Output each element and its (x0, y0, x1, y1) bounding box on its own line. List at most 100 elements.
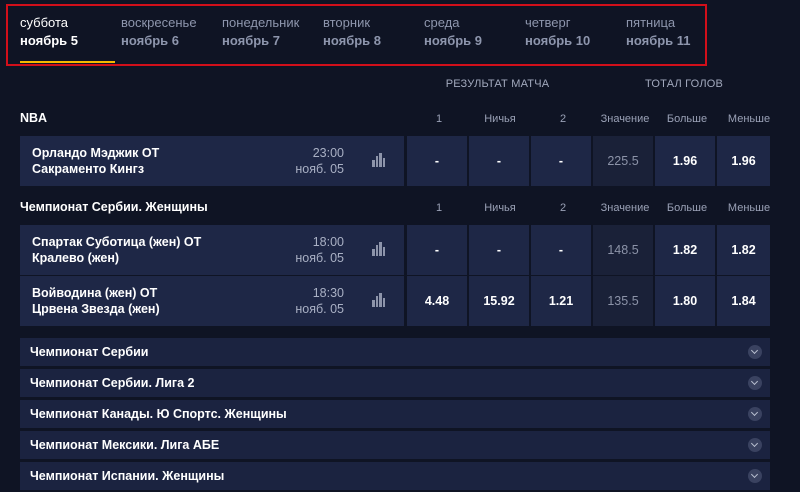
day-tabs: суббота ноябрь 5 воскресенье ноябрь 6 по… (6, 4, 707, 66)
day-date: ноябрь 7 (222, 33, 281, 48)
start-time: 18:00 (312, 235, 344, 249)
chevron-down-circle-icon[interactable] (748, 345, 762, 359)
odd-1[interactable]: - (407, 136, 467, 186)
league-name: NBA (20, 111, 48, 125)
event-time: 18:30 нояб. 05 (295, 285, 344, 317)
day-date: ноябрь 10 (525, 33, 591, 48)
event-row: Орландо Мэджик ОТ Сакраменто Кингз 23:00… (20, 136, 770, 186)
collapsed-league[interactable]: Чемпионат Сербии. Лига 2 (20, 369, 770, 397)
away-team: Кралево (жен) (32, 251, 120, 265)
day-tab-wednesday[interactable]: среда ноябрь 9 (424, 14, 482, 64)
odd-2[interactable]: - (531, 136, 591, 186)
away-team: Црвена Звезда (жен) (32, 302, 160, 316)
start-date: нояб. 05 (295, 302, 344, 316)
col-under-label: Меньше (727, 202, 771, 214)
col-under-label: Меньше (727, 113, 771, 125)
day-date: ноябрь 6 (121, 33, 180, 48)
bar-chart-icon[interactable] (372, 242, 386, 256)
total-value: 135.5 (593, 276, 653, 326)
home-team: Спартак Суботица (жен) ОТ (32, 235, 202, 249)
day-name: пятница (626, 15, 676, 30)
day-date: ноябрь 9 (424, 33, 483, 48)
col-value-label: Значение (600, 113, 650, 125)
chevron-down-circle-icon[interactable] (748, 469, 762, 483)
start-time: 23:00 (312, 146, 344, 160)
bar-chart-icon[interactable] (372, 293, 386, 307)
odd-2[interactable]: - (531, 225, 591, 275)
match-result-header: РЕЗУЛЬТАТ МАТЧА (445, 78, 550, 90)
day-name: среда (424, 15, 460, 30)
day-name: понедельник (222, 15, 300, 30)
col-value-label: Значение (600, 202, 650, 214)
day-name: воскресенье (121, 15, 197, 30)
event-row: Войводина (жен) ОТ Црвена Звезда (жен) 1… (20, 276, 770, 326)
odd-under[interactable]: 1.84 (717, 276, 770, 326)
collapsed-league[interactable]: Чемпионат Канады. Ю Спортс. Женщины (20, 400, 770, 428)
day-tab-sunday[interactable]: воскресенье ноябрь 6 (121, 14, 197, 64)
league-header: Чемпионат Сербии. Женщины 1 Ничья 2 Знач… (0, 197, 800, 219)
day-date: ноябрь 8 (323, 33, 382, 48)
event-info[interactable]: Спартак Суботица (жен) ОТ Кралево (жен) … (20, 225, 404, 275)
chevron-down-circle-icon[interactable] (748, 438, 762, 452)
col-2-label: 2 (559, 113, 567, 125)
bar-chart-icon[interactable] (372, 153, 386, 167)
league-name: Чемпионат Испании. Женщины (30, 469, 225, 483)
odd-over[interactable]: 1.80 (655, 276, 715, 326)
col-1-label: 1 (435, 202, 443, 214)
event-info[interactable]: Орландо Мэджик ОТ Сакраменто Кингз 23:00… (20, 136, 404, 186)
collapsed-league[interactable]: Чемпионат Сербии (20, 338, 770, 366)
league-name: Чемпионат Сербии. Лига 2 (30, 376, 195, 390)
day-name: четверг (525, 15, 571, 30)
start-date: нояб. 05 (295, 162, 344, 176)
day-tab-friday[interactable]: пятница ноябрь 11 (626, 14, 691, 64)
odd-over[interactable]: 1.96 (655, 136, 715, 186)
start-time: 18:30 (312, 286, 344, 300)
odd-1[interactable]: - (407, 225, 467, 275)
league-header: NBA 1 Ничья 2 Значение Больше Меньше (0, 108, 800, 130)
odd-draw[interactable]: - (469, 136, 529, 186)
odd-under[interactable]: 1.82 (717, 225, 770, 275)
collapsed-league[interactable]: Чемпионат Испании. Женщины (20, 462, 770, 490)
league-name: Чемпионат Сербии (30, 345, 149, 359)
odd-draw[interactable]: - (469, 225, 529, 275)
day-date: ноябрь 5 (20, 33, 79, 48)
league-name: Чемпионат Сербии. Женщины (20, 200, 208, 214)
col-draw-label: Ничья (484, 113, 516, 125)
total-goals-header: ТОТАЛ ГОЛОВ (644, 78, 724, 90)
total-value: 225.5 (593, 136, 653, 186)
day-tab-saturday[interactable]: суббота ноябрь 5 (20, 14, 116, 64)
league-name: Чемпионат Канады. Ю Спортс. Женщины (30, 407, 287, 421)
chevron-down-circle-icon[interactable] (748, 407, 762, 421)
teams: Войводина (жен) ОТ Црвена Звезда (жен) (32, 285, 160, 317)
day-name: вторник (323, 15, 371, 30)
odd-under[interactable]: 1.96 (717, 136, 770, 186)
odd-1[interactable]: 4.48 (407, 276, 467, 326)
odd-over[interactable]: 1.82 (655, 225, 715, 275)
col-over-label: Больше (666, 202, 708, 214)
total-value: 148.5 (593, 225, 653, 275)
start-date: нояб. 05 (295, 251, 344, 265)
home-team: Орландо Мэджик ОТ (32, 146, 160, 160)
day-date: ноябрь 11 (626, 33, 691, 48)
teams: Орландо Мэджик ОТ Сакраменто Кингз (32, 145, 159, 177)
day-tab-tuesday[interactable]: вторник ноябрь 8 (323, 14, 381, 64)
event-row: Спартак Суботица (жен) ОТ Кралево (жен) … (20, 225, 770, 275)
col-over-label: Больше (666, 113, 708, 125)
col-2-label: 2 (559, 202, 567, 214)
col-draw-label: Ничья (484, 202, 516, 214)
day-name: суббота (20, 15, 69, 30)
teams: Спартак Суботица (жен) ОТ Кралево (жен) (32, 234, 201, 266)
event-time: 23:00 нояб. 05 (295, 145, 344, 177)
odd-draw[interactable]: 15.92 (469, 276, 529, 326)
chevron-down-circle-icon[interactable] (748, 376, 762, 390)
day-tab-monday[interactable]: понедельник ноябрь 7 (222, 14, 299, 64)
odd-2[interactable]: 1.21 (531, 276, 591, 326)
away-team: Сакраменто Кингз (32, 162, 145, 176)
col-1-label: 1 (435, 113, 443, 125)
event-time: 18:00 нояб. 05 (295, 234, 344, 266)
league-name: Чемпионат Мексики. Лига АБЕ (30, 438, 220, 452)
event-info[interactable]: Войводина (жен) ОТ Црвена Звезда (жен) 1… (20, 276, 404, 326)
collapsed-league[interactable]: Чемпионат Мексики. Лига АБЕ (20, 431, 770, 459)
home-team: Войводина (жен) ОТ (32, 286, 158, 300)
day-tab-thursday[interactable]: четверг ноябрь 10 (525, 14, 590, 64)
